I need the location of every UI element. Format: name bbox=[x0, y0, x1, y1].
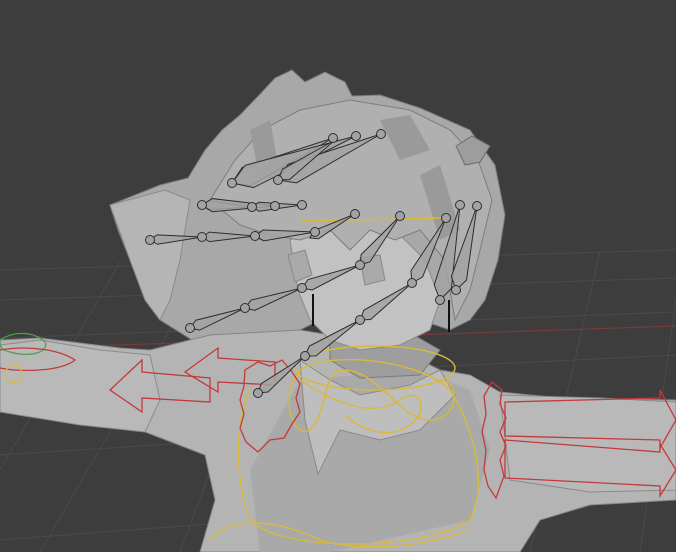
bone-joint-27[interactable] bbox=[472, 201, 482, 211]
bone-joint-12[interactable] bbox=[250, 231, 260, 241]
bone-joint-8[interactable] bbox=[270, 201, 280, 211]
bone-joint-19[interactable] bbox=[253, 388, 263, 398]
bone-joint-18[interactable] bbox=[395, 211, 405, 221]
bone-joint-20[interactable] bbox=[300, 351, 310, 361]
bone-joint-24[interactable] bbox=[435, 295, 445, 305]
bone-joint-6[interactable] bbox=[197, 200, 207, 210]
bone-joint-26[interactable] bbox=[451, 285, 461, 295]
arm-right-mesh bbox=[499, 394, 676, 493]
bone-joint-1[interactable] bbox=[227, 178, 237, 188]
bone-joint-21[interactable] bbox=[355, 315, 365, 325]
bone-joint-17[interactable] bbox=[355, 260, 365, 270]
bone-joint-23[interactable] bbox=[441, 213, 451, 223]
viewport-canvas[interactable] bbox=[0, 0, 676, 552]
bone-joint-10[interactable] bbox=[145, 235, 155, 245]
3d-viewport[interactable] bbox=[0, 0, 676, 552]
bone-joint-7[interactable] bbox=[247, 202, 257, 212]
bone-joint-3[interactable] bbox=[328, 133, 338, 143]
bone-joint-11[interactable] bbox=[197, 232, 207, 242]
bone-joint-22[interactable] bbox=[407, 278, 417, 288]
bone-joint-28[interactable] bbox=[350, 209, 360, 219]
bone-joint-16[interactable] bbox=[297, 283, 307, 293]
bone-joint-9[interactable] bbox=[297, 200, 307, 210]
bone-joint-2[interactable] bbox=[273, 175, 283, 185]
bone-joint-14[interactable] bbox=[185, 323, 195, 333]
bone-joint-4[interactable] bbox=[351, 131, 361, 141]
bone-joint-25[interactable] bbox=[455, 200, 465, 210]
bone-joint-13[interactable] bbox=[310, 227, 320, 237]
bone-joint-15[interactable] bbox=[240, 303, 250, 313]
bone-joint-5[interactable] bbox=[376, 129, 386, 139]
